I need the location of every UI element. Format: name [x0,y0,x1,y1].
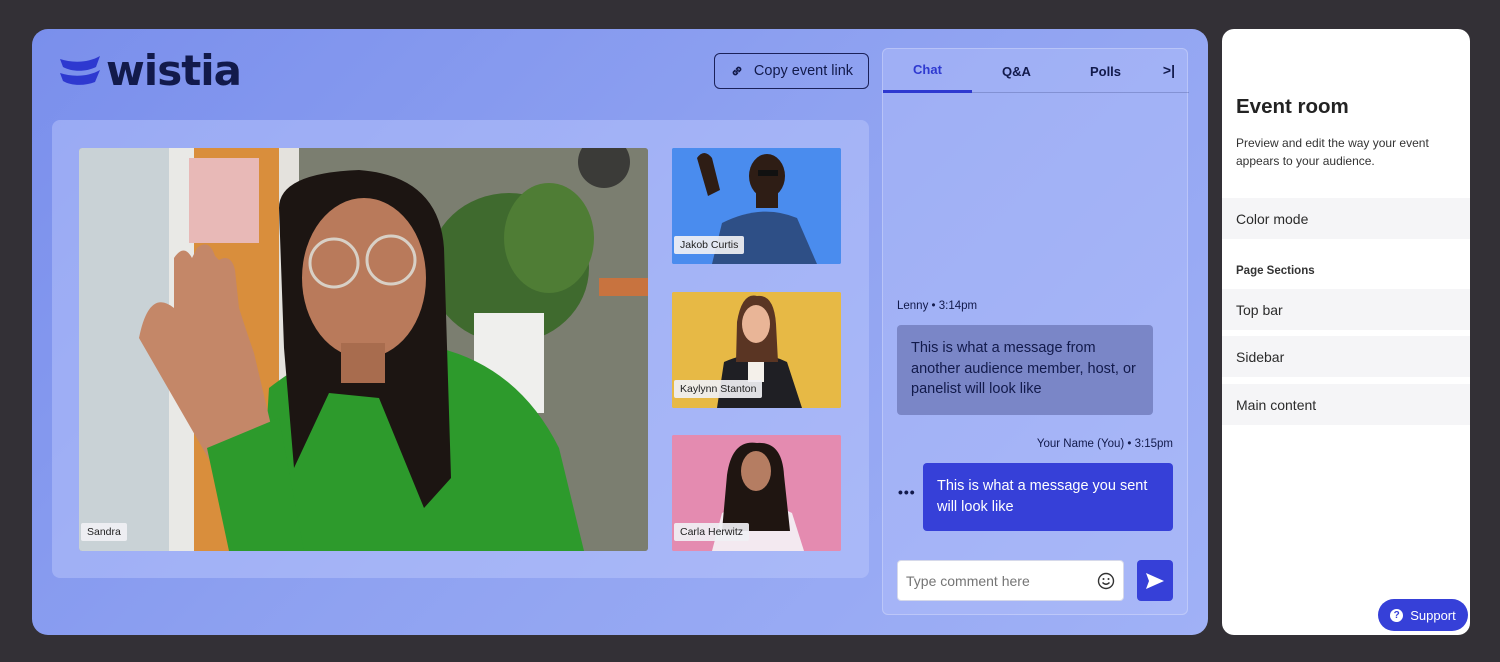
settings-title: Event room [1236,95,1349,118]
link-icon [732,66,742,76]
chat-message-other: This is what a message from another audi… [897,325,1153,415]
event-stage: wistia Copy event link Sandra Jakob Curt… [32,29,1208,635]
collapse-panel-icon[interactable]: >| [1163,62,1175,78]
speaker-name-tag: Sandra [81,523,127,541]
video-panel: Sandra Jakob Curtis Kaylynn Stanton Carl… [52,120,869,578]
copy-event-link-button[interactable]: Copy event link [714,53,869,89]
participant-thumbnail[interactable]: Jakob Curtis [672,148,841,264]
settings-description: Preview and edit the way your event appe… [1236,136,1429,168]
logo-wordmark: wistia [106,46,242,95]
more-options-icon[interactable]: ••• [898,484,916,500]
comment-input[interactable] [906,572,1097,589]
comment-field [897,560,1124,601]
message-meta: Your Name (You) • 3:15pm [1036,438,1173,450]
wistia-logo-icon [60,56,100,85]
participant-thumbnail[interactable]: Carla Herwitz [672,435,841,551]
event-room-settings: Event room Preview and edit the way your… [1222,29,1470,635]
tab-polls[interactable]: Polls [1061,49,1150,93]
main-speaker-video[interactable]: Sandra [79,148,648,551]
help-icon: ? [1390,608,1404,622]
send-button[interactable] [1137,560,1173,601]
wistia-logo: wistia [58,46,242,95]
chat-message-mine: This is what a message you sent will loo… [923,463,1173,531]
section-top-bar[interactable]: Top bar [1222,289,1470,330]
participant-name-tag: Carla Herwitz [674,523,750,541]
chat-panel: Chat Q&A Polls >| Lenny • 3:14pm This is… [882,48,1189,615]
send-icon [1146,572,1164,589]
section-main-content[interactable]: Main content [1222,384,1470,425]
tab-qa[interactable]: Q&A [972,49,1061,93]
participant-name-tag: Kaylynn Stanton [674,380,763,398]
participant-thumbnail[interactable]: Kaylynn Stanton [672,292,841,408]
page-sections-heading: Page Sections [1236,265,1315,277]
message-meta: Lenny • 3:14pm [897,300,978,312]
participant-name-tag: Jakob Curtis [674,236,745,254]
support-button[interactable]: ? Support [1378,599,1468,631]
support-label: Support [1410,607,1456,623]
copy-event-link-label: Copy event link [753,63,854,79]
section-sidebar[interactable]: Sidebar [1222,336,1470,377]
emoji-icon[interactable] [1097,572,1115,590]
tab-chat[interactable]: Chat [883,49,972,93]
color-mode-row[interactable]: Color mode [1222,198,1470,239]
speaker-video-frame [79,148,648,551]
chat-tabs: Chat Q&A Polls >| [883,49,1189,93]
